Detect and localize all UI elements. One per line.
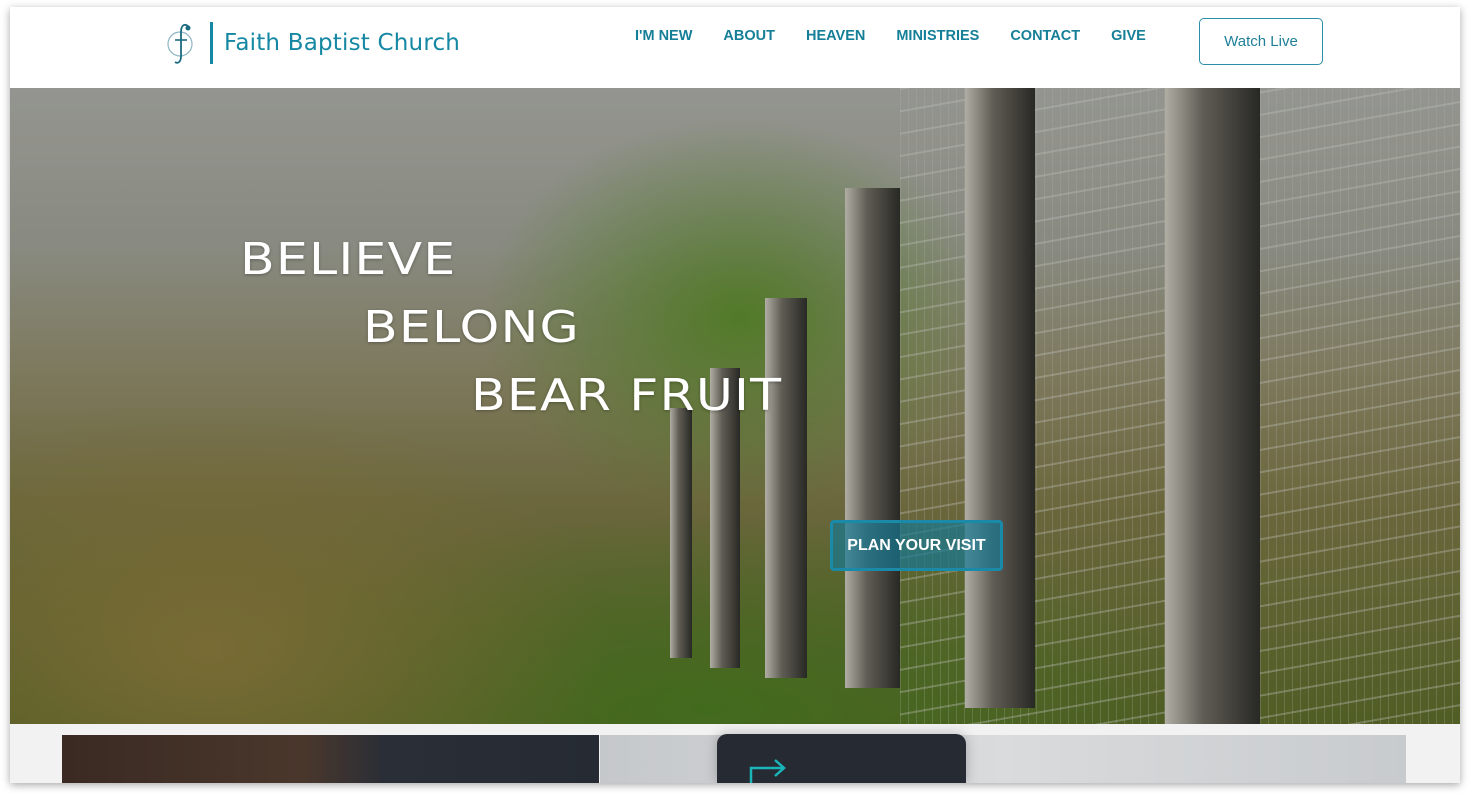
logo-divider xyxy=(210,22,213,64)
nav-heaven[interactable]: HEAVEN xyxy=(806,28,865,44)
nav-ministries[interactable]: MINISTRIES xyxy=(896,28,979,44)
nav-im-new[interactable]: I'M NEW xyxy=(635,28,692,44)
nav-contact[interactable]: CONTACT xyxy=(1010,28,1080,44)
feature-cards xyxy=(10,724,1460,783)
feature-card-church-photo[interactable] xyxy=(62,735,599,783)
cross-logo-icon xyxy=(167,23,193,64)
hero-banner: BELIEVE BELONG BEAR FRUIT PLAN YOUR VISI… xyxy=(10,88,1460,724)
browser-page: Faith Baptist Church I'M NEW ABOUT HEAVE… xyxy=(10,7,1460,783)
slogan-bear-fruit: BEAR FRUIT xyxy=(471,370,783,421)
feature-card-highlight[interactable] xyxy=(717,734,966,783)
watch-live-button[interactable]: Watch Live xyxy=(1199,18,1323,65)
nav-give[interactable]: GIVE xyxy=(1111,28,1146,44)
slogan-believe: BELIEVE xyxy=(240,234,457,285)
logo[interactable]: Faith Baptist Church xyxy=(166,20,460,66)
main-nav: I'M NEW ABOUT HEAVEN MINISTRIES CONTACT … xyxy=(635,28,1177,44)
plan-your-visit-button[interactable]: PLAN YOUR VISIT xyxy=(830,520,1003,571)
brand-name: Faith Baptist Church xyxy=(224,30,461,56)
nav-about[interactable]: ABOUT xyxy=(723,28,775,44)
site-header: Faith Baptist Church I'M NEW ABOUT HEAVE… xyxy=(10,7,1460,88)
slogan-belong: BELONG xyxy=(363,302,580,353)
redirect-arrow-icon xyxy=(749,759,786,783)
